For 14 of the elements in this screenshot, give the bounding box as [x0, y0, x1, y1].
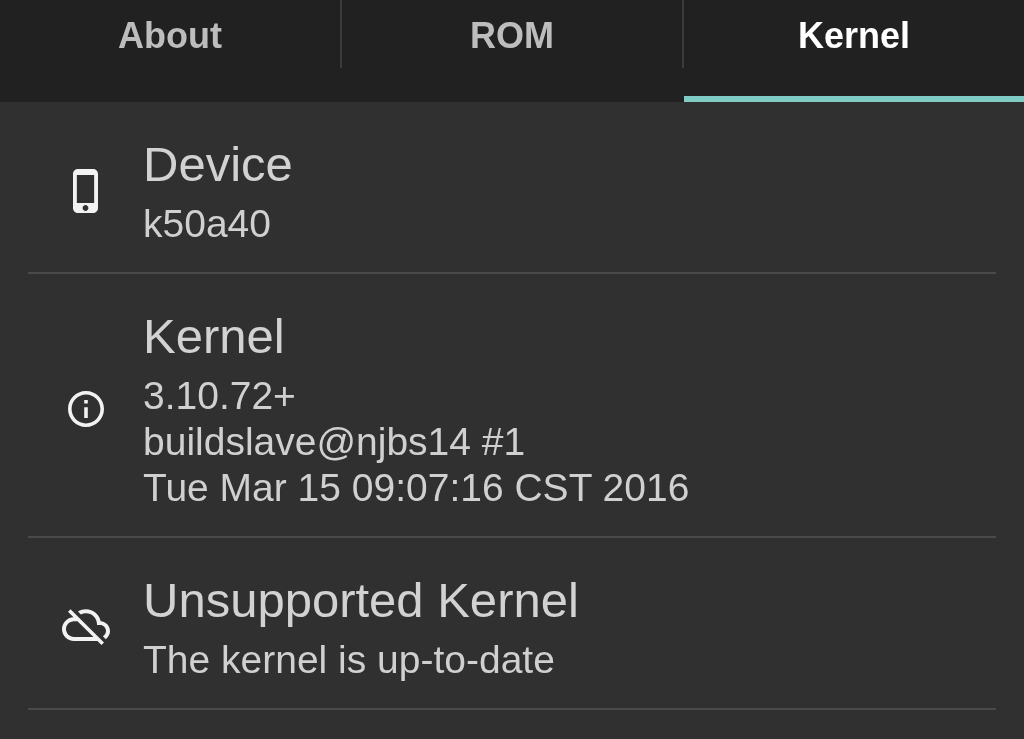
tab[interactable]: About — [0, 0, 340, 102]
item-title: Unsupported Kernel — [143, 572, 579, 629]
tab[interactable]: ROM — [342, 0, 682, 102]
info-icon — [67, 391, 104, 427]
item-value: k50a40 — [143, 201, 271, 247]
item-value: buildslave@njbs14 #1 — [143, 419, 526, 465]
item-value: The kernel is up-to-date — [143, 637, 555, 683]
item-title: Device — [143, 136, 293, 193]
item-title: Kernel — [143, 308, 285, 365]
item-value: Tue Mar 15 09:07:16 CST 2016 — [143, 465, 690, 511]
tab[interactable]: Kernel — [684, 0, 1024, 102]
cloud-off-icon — [61, 609, 110, 645]
phone-icon — [73, 169, 98, 213]
item-value: 3.10.72+ — [143, 373, 296, 419]
